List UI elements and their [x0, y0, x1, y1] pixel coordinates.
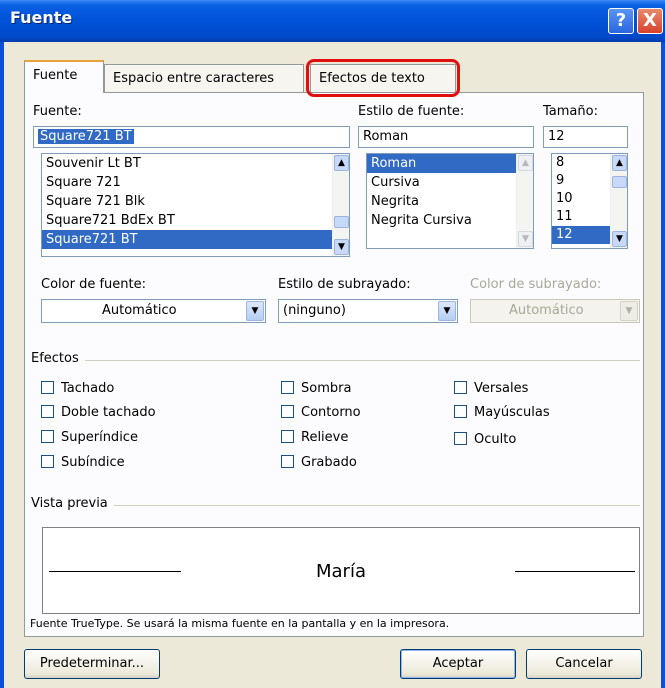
- effects-title: Efectos: [31, 351, 85, 366]
- ok-button[interactable]: Aceptar: [400, 649, 516, 679]
- checkbox-label: Mayúsculas: [474, 405, 550, 420]
- list-item[interactable]: Square 721 Blk: [42, 192, 349, 211]
- checkbox-box[interactable]: [281, 381, 294, 394]
- tab-espacio-entre-caracteres[interactable]: Espacio entre caracteres: [104, 64, 304, 92]
- checkbox-mayusculas[interactable]: Mayúsculas: [454, 405, 550, 420]
- checkbox-sombra[interactable]: Sombra: [281, 381, 351, 396]
- checkbox-subindice[interactable]: Subíndice: [41, 455, 125, 470]
- font-input-value: Square721 BT: [38, 129, 134, 144]
- tab-fuente[interactable]: Fuente: [24, 60, 104, 93]
- checkbox-tachado[interactable]: Tachado: [41, 381, 114, 396]
- title-bar: Fuente ? X: [0, 0, 665, 42]
- scroll-up-arrow-icon[interactable]: ▲: [518, 155, 533, 171]
- checkbox-label: Contorno: [301, 405, 361, 420]
- checkbox-box[interactable]: [41, 455, 54, 468]
- scroll-down-arrow-icon[interactable]: ▼: [612, 231, 627, 247]
- chevron-down-icon[interactable]: ▼: [438, 301, 456, 321]
- size-list[interactable]: 8 9 10 11 12 ▲ ▼: [551, 153, 628, 249]
- checkbox-box[interactable]: [281, 430, 294, 443]
- tab-highlight-ring: [306, 59, 460, 97]
- font-color-dropdown[interactable]: Automático ▼: [41, 299, 266, 323]
- list-item[interactable]: Cursiva: [367, 173, 533, 192]
- checkbox-box[interactable]: [41, 381, 54, 394]
- close-button[interactable]: X: [637, 8, 663, 34]
- checkbox-box[interactable]: [281, 405, 294, 418]
- font-label: Fuente:: [33, 104, 82, 119]
- checkbox-contorno[interactable]: Contorno: [281, 405, 361, 420]
- scroll-thumb[interactable]: [612, 176, 627, 188]
- default-button[interactable]: Predeterminar...: [24, 649, 160, 679]
- checkbox-label: Subíndice: [61, 455, 125, 470]
- font-list-scrollbar[interactable]: ▲ ▼: [332, 154, 349, 256]
- checkbox-box[interactable]: [454, 405, 467, 418]
- style-label: Estilo de fuente:: [358, 104, 465, 119]
- list-item[interactable]: Souvenir Lt BT: [42, 154, 349, 173]
- checkbox-label: Superíndice: [61, 430, 138, 445]
- list-item[interactable]: Negrita: [367, 192, 533, 211]
- checkbox-label: Doble tachado: [61, 405, 156, 420]
- chevron-down-icon[interactable]: ▼: [246, 301, 264, 321]
- checkbox-label: Versales: [474, 381, 529, 396]
- checkbox-doble-tachado[interactable]: Doble tachado: [41, 405, 156, 420]
- underline-color-label: Color de subrayado:: [470, 277, 602, 292]
- scroll-thumb[interactable]: [334, 216, 349, 228]
- checkbox-grabado[interactable]: Grabado: [281, 455, 357, 470]
- checkbox-superindice[interactable]: Superíndice: [41, 430, 138, 445]
- checkbox-box[interactable]: [454, 381, 467, 394]
- list-item[interactable]: Square721 BdEx BT: [42, 211, 349, 230]
- preview-box: María: [42, 527, 640, 614]
- font-list[interactable]: Souvenir Lt BT Square 721 Square 721 Blk…: [41, 153, 350, 257]
- style-input[interactable]: Roman: [358, 126, 534, 148]
- underline-style-dropdown[interactable]: (ninguno) ▼: [278, 299, 458, 323]
- window-frame-right: [661, 42, 665, 688]
- window-frame-left: [0, 42, 4, 688]
- checkbox-label: Relieve: [301, 430, 349, 445]
- checkbox-label: Sombra: [301, 381, 352, 396]
- list-item[interactable]: Square 721: [42, 173, 349, 192]
- size-input[interactable]: 12: [543, 126, 628, 148]
- checkbox-label: Oculto: [474, 432, 517, 447]
- underline-color-dropdown: Automático ▼: [470, 299, 640, 323]
- checkbox-box[interactable]: [41, 405, 54, 418]
- checkbox-versales[interactable]: Versales: [454, 381, 528, 396]
- font-color-label: Color de fuente:: [41, 277, 146, 292]
- checkbox-box[interactable]: [41, 430, 54, 443]
- preview-line-right: [515, 571, 635, 572]
- style-list[interactable]: Roman Cursiva Negrita Negrita Cursiva ▲ …: [366, 153, 534, 249]
- font-input[interactable]: Square721 BT: [33, 126, 350, 148]
- effects-divider: [33, 360, 640, 361]
- help-button[interactable]: ?: [608, 8, 634, 34]
- checkbox-box[interactable]: [454, 432, 467, 445]
- underline-style-label: Estilo de subrayado:: [278, 277, 411, 292]
- footnote-text: Fuente TrueType. Se usará la misma fuent…: [30, 617, 450, 630]
- tab-espacio-label: Espacio entre caracteres: [113, 71, 275, 86]
- scroll-up-arrow-icon[interactable]: ▲: [612, 155, 627, 171]
- size-input-value: 12: [548, 129, 565, 144]
- list-item-selected[interactable]: Roman: [367, 154, 533, 173]
- checkbox-label: Grabado: [301, 455, 357, 470]
- checkbox-relieve[interactable]: Relieve: [281, 430, 348, 445]
- size-list-scrollbar[interactable]: ▲ ▼: [610, 154, 627, 248]
- checkbox-oculto[interactable]: Oculto: [454, 432, 516, 447]
- list-item[interactable]: Negrita Cursiva: [367, 211, 533, 230]
- checkbox-box[interactable]: [281, 455, 294, 468]
- list-item-selected[interactable]: Square721 BT: [42, 230, 349, 249]
- preview-divider: [33, 505, 640, 506]
- style-list-scrollbar[interactable]: ▲ ▼: [516, 154, 533, 248]
- preview-title: Vista previa: [31, 496, 114, 511]
- checkbox-label: Tachado: [61, 381, 115, 396]
- scroll-up-arrow-icon[interactable]: ▲: [334, 155, 349, 171]
- tab-fuente-label: Fuente: [33, 68, 78, 83]
- window-title: Fuente: [10, 8, 73, 27]
- scroll-down-arrow-icon[interactable]: ▼: [334, 239, 349, 255]
- underline-color-value: Automático: [509, 303, 584, 318]
- size-label: Tamaño:: [543, 104, 598, 119]
- cancel-button[interactable]: Cancelar: [526, 649, 642, 679]
- chevron-down-icon: ▼: [620, 301, 638, 321]
- scroll-down-arrow-icon[interactable]: ▼: [518, 231, 533, 247]
- style-input-value: Roman: [363, 129, 409, 144]
- font-color-value: Automático: [102, 303, 177, 318]
- underline-style-value: (ninguno): [283, 303, 346, 318]
